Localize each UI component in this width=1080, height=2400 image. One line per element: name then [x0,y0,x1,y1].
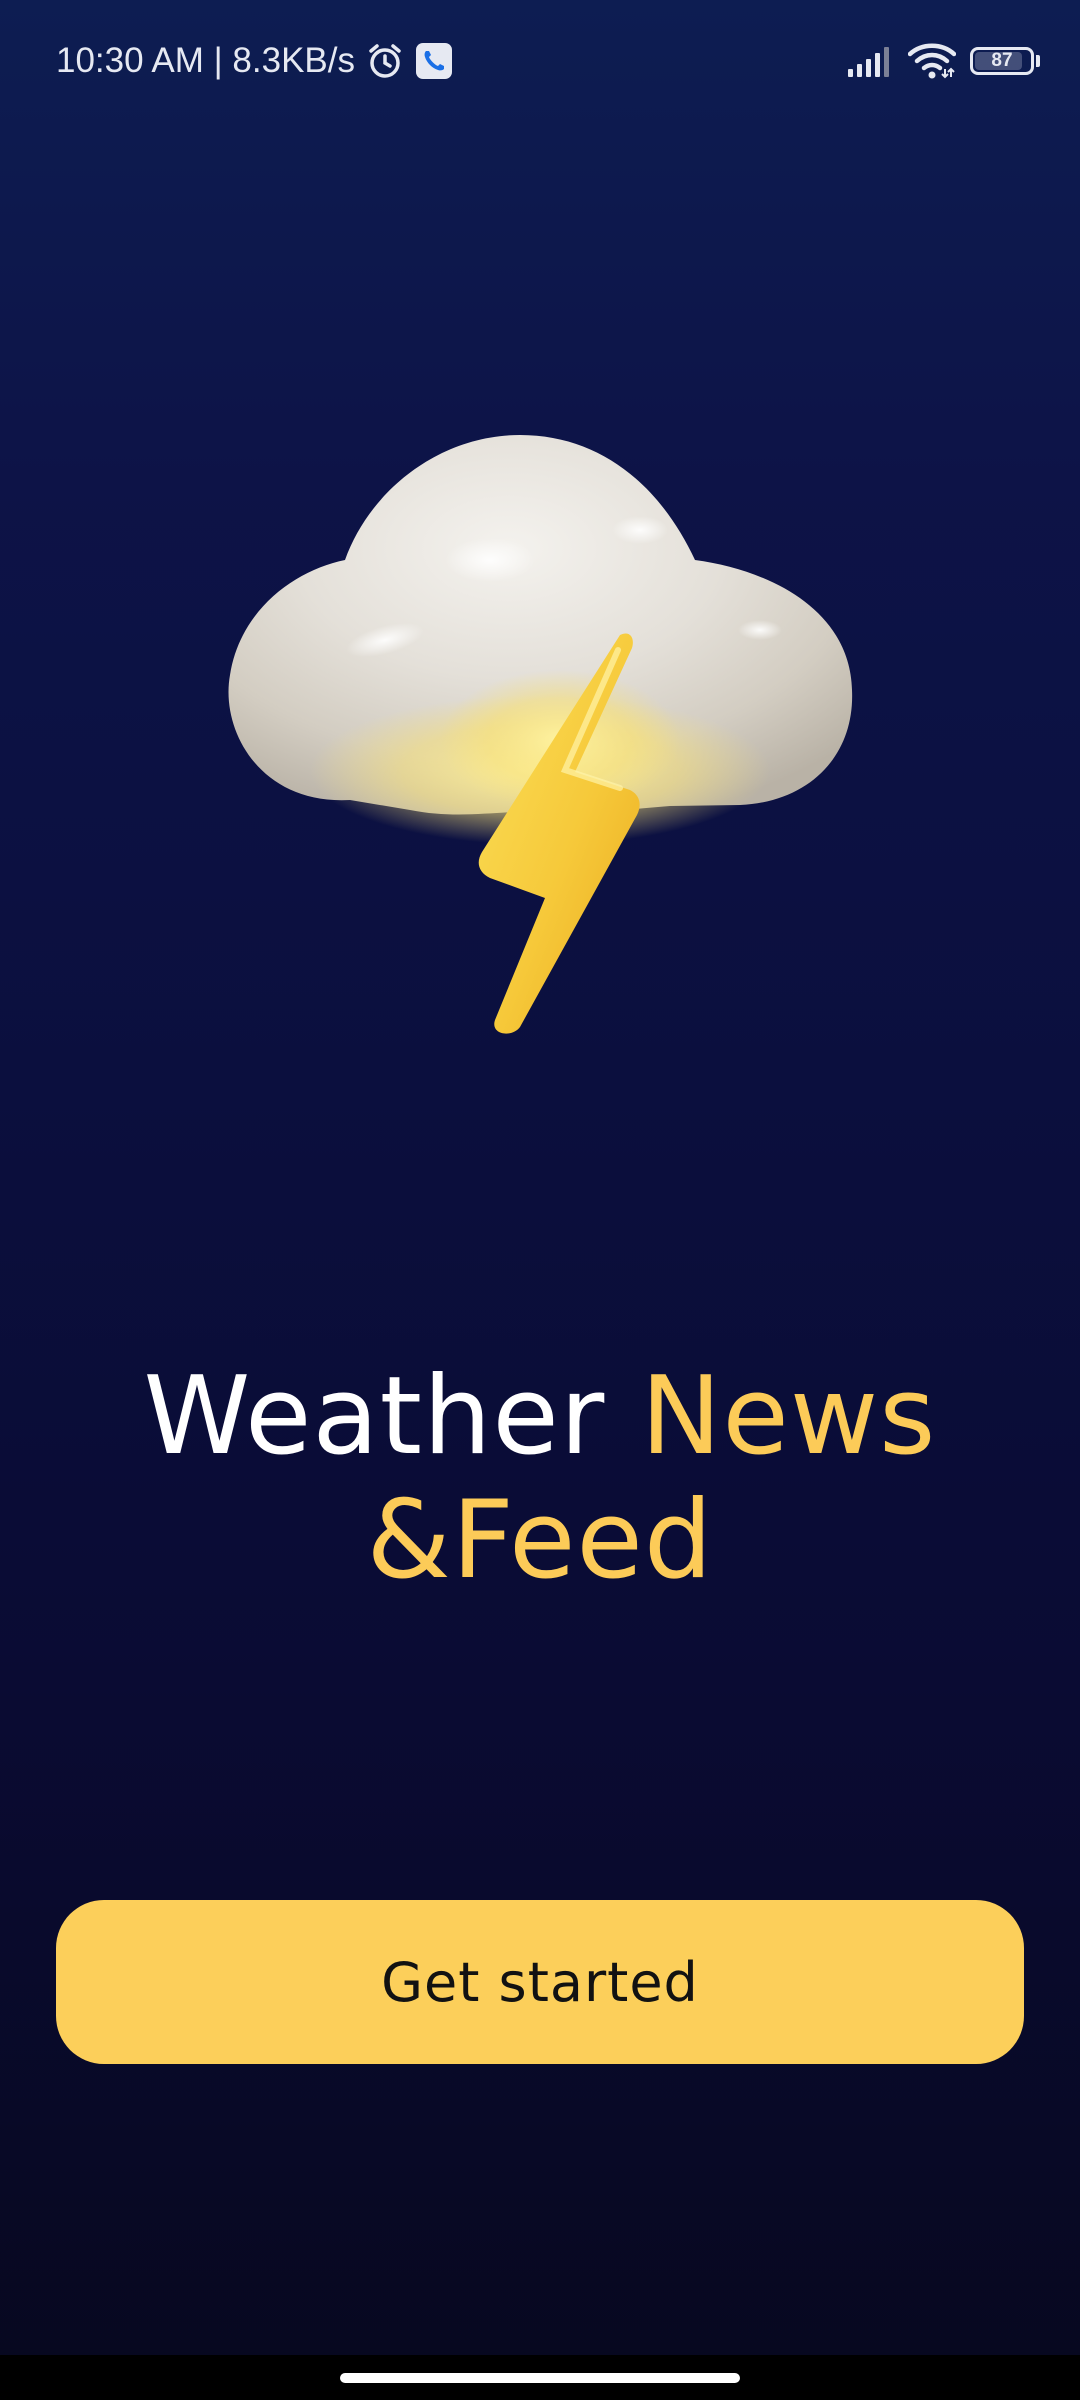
home-gesture-handle[interactable] [340,2373,740,2383]
battery-level-text: 87 [991,50,1013,71]
app-title-line-2: &Feed [0,1479,1080,1603]
wifi-icon [908,42,956,80]
app-title-word-weather: Weather [143,1354,606,1479]
cellular-signal-icon [846,45,894,77]
thunderstorm-cloud-icon [200,410,880,1050]
battery-indicator: 87 [970,47,1034,75]
app-title-feed: &Feed [366,1478,714,1603]
get-started-button-label: Get started [381,1950,699,2014]
app-title: Weather News &Feed [0,1355,1080,1603]
phone-call-icon [415,42,453,80]
status-bar: 10:30 AM | 8.3KB/s 87 [0,0,1080,120]
status-right-group: 87 [846,36,1040,86]
gesture-navigation-bar [0,2355,1080,2400]
app-title-line-1: Weather News [0,1355,1080,1479]
alarm-clock-icon [365,41,405,81]
get-started-button[interactable]: Get started [56,1900,1024,2064]
app-title-word-news: News [640,1354,937,1479]
status-time-and-network-speed: 10:30 AM | 8.3KB/s [56,41,355,80]
battery-cap [1036,55,1040,67]
status-left-group: 10:30 AM | 8.3KB/s [56,36,453,86]
